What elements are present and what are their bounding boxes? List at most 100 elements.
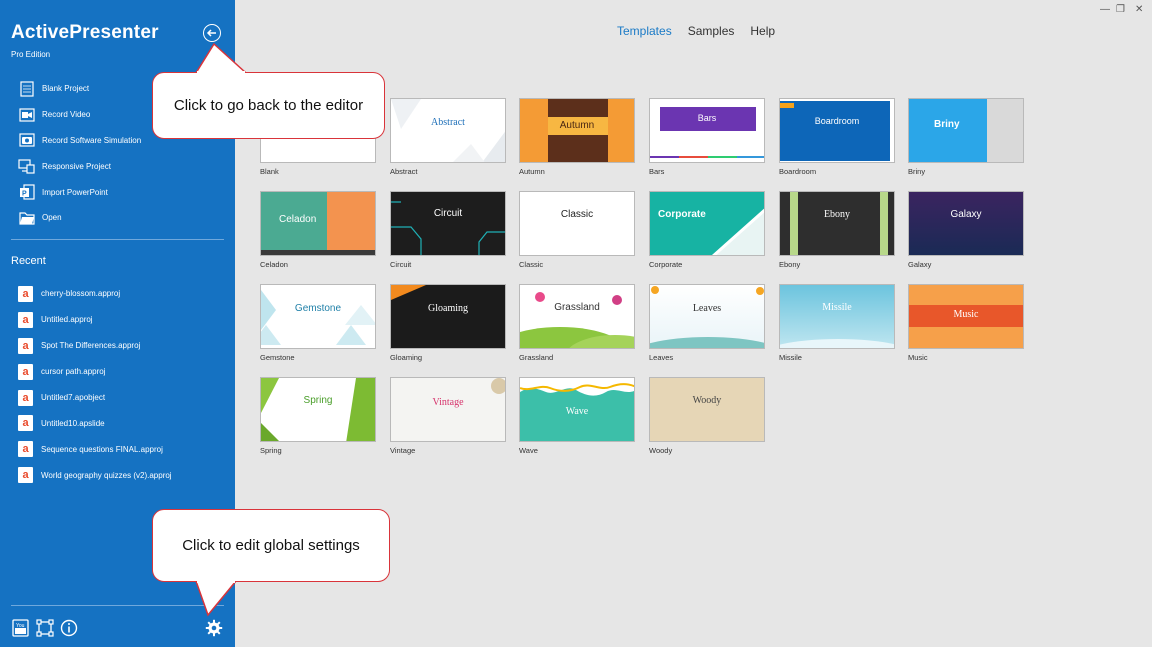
action-open[interactable]: Open [18, 205, 141, 231]
recent-item[interactable]: a Spot The Differences.approj [18, 333, 172, 359]
restore-icon[interactable]: ❐ [1116, 4, 1125, 15]
template-briny[interactable]: Briny Briny [908, 98, 1024, 176]
template-bars[interactable]: Bars Bars [649, 98, 765, 176]
template-wave[interactable]: Wave Wave [519, 377, 635, 455]
recent-item-label: Spot The Differences.approj [41, 341, 141, 351]
template-label: Circuit [390, 260, 412, 269]
record-video-icon [18, 106, 35, 123]
template-label: Spring [260, 446, 282, 455]
app-title: ActivePresenter [11, 22, 159, 43]
template-thumbnail: Galaxy [908, 191, 1024, 256]
template-label: Classic [519, 260, 544, 269]
recent-item[interactable]: a Untitled10.apslide [18, 410, 172, 436]
youtube-icon[interactable]: You [12, 619, 29, 642]
info-icon[interactable] [60, 619, 78, 642]
project-file-icon: a [18, 311, 33, 328]
template-woody[interactable]: Woody Woody [649, 377, 765, 455]
blank-project-icon [18, 80, 35, 97]
template-thumbnail: Woody [649, 377, 765, 442]
template-celadon[interactable]: Celadon Celadon [260, 191, 376, 269]
recent-title: Recent [11, 255, 46, 267]
callout-back-to-editor: Click to go back to the editor [152, 72, 385, 139]
recent-item[interactable]: a Untitled7.apobject [18, 385, 172, 411]
template-boardroom[interactable]: Boardroom Boardroom [779, 98, 895, 176]
divider [11, 239, 224, 240]
action-responsive-project[interactable]: Responsive Project [18, 153, 141, 179]
action-record-video[interactable]: Record Video [18, 102, 141, 128]
action-blank-project[interactable]: Blank Project [18, 76, 141, 102]
action-label: Responsive Project [42, 161, 111, 171]
recent-item[interactable]: a World geography quizzes (v2).approj [18, 462, 172, 488]
recent-item[interactable]: a cherry-blossom.approj [18, 281, 172, 307]
template-thumb-text: Circuit [433, 208, 463, 219]
template-gloaming[interactable]: Gloaming Gloaming [390, 284, 506, 362]
action-record-software-simulation[interactable]: Record Software Simulation [18, 128, 141, 154]
template-thumb-text: Celadon [279, 214, 317, 225]
close-icon[interactable]: ✕ [1135, 4, 1143, 15]
callout-global-settings: Click to edit global settings [152, 509, 390, 582]
svg-text:P: P [22, 191, 27, 198]
template-leaves[interactable]: Leaves Leaves [649, 284, 765, 362]
action-label: Open [42, 213, 62, 223]
template-label: Gemstone [260, 353, 295, 362]
template-vintage[interactable]: Vintage Vintage [390, 377, 506, 455]
template-thumbnail: Missile [779, 284, 895, 349]
project-file-icon: a [18, 441, 33, 458]
template-circuit[interactable]: Circuit Circuit [390, 191, 506, 269]
template-spring[interactable]: Spring Spring [260, 377, 376, 455]
template-thumbnail: Corporate [649, 191, 765, 256]
template-ebony[interactable]: Ebony Ebony [779, 191, 895, 269]
template-grassland[interactable]: Grassland Grassland [519, 284, 635, 362]
template-thumb-text: Bars [697, 113, 717, 123]
recent-item-label: Untitled7.apobject [41, 393, 106, 402]
recent-item[interactable]: a Sequence questions FINAL.approj [18, 436, 172, 462]
template-classic[interactable]: Classic Classic [519, 191, 635, 269]
template-thumb-text: Ebony [823, 209, 851, 220]
capture-region-icon[interactable] [36, 619, 54, 642]
recent-item[interactable]: a Untitled.approj [18, 307, 172, 333]
tab-help[interactable]: Help [750, 24, 775, 38]
template-thumb-text: Missile [822, 302, 852, 313]
divider [11, 605, 224, 606]
template-music[interactable]: Music Music [908, 284, 1024, 362]
template-thumbnail: Gloaming [390, 284, 506, 349]
tab-samples[interactable]: Samples [688, 24, 735, 38]
action-label: Record Software Simulation [42, 135, 142, 145]
camera-icon [18, 132, 35, 149]
template-thumbnail: Classic [519, 191, 635, 256]
template-thumbnail: Autumn [519, 98, 635, 163]
template-missile[interactable]: Missile Missile [779, 284, 895, 362]
back-arrow-icon[interactable] [203, 24, 221, 42]
template-corporate[interactable]: Corporate Corporate [649, 191, 765, 269]
template-thumb-text: Gloaming [428, 303, 468, 314]
gear-icon[interactable] [205, 619, 223, 642]
template-thumb-text: Vintage [432, 397, 464, 408]
template-label: Woody [649, 446, 673, 455]
template-autumn[interactable]: Autumn Autumn [519, 98, 635, 176]
tab-templates[interactable]: Templates [617, 24, 672, 38]
minimize-icon[interactable]: — [1100, 4, 1110, 15]
template-gemstone[interactable]: Gemstone Gemstone [260, 284, 376, 362]
template-abstract[interactable]: Abstract Abstract [390, 98, 506, 176]
template-label: Vintage [390, 446, 416, 455]
template-label: Missile [779, 353, 802, 362]
template-label: Blank [260, 167, 279, 176]
template-label: Briny [908, 167, 926, 176]
template-label: Boardroom [779, 167, 817, 176]
template-label: Music [908, 353, 928, 362]
action-label: Record Video [42, 110, 91, 120]
template-thumbnail: Wave [519, 377, 635, 442]
template-thumbnail: Bars [649, 98, 765, 163]
recent-item-label: Untitled10.apslide [41, 418, 105, 428]
action-import-powerpoint[interactable]: P Import PowerPoint [18, 179, 141, 205]
template-galaxy[interactable]: Galaxy Galaxy [908, 191, 1024, 269]
action-label: Import PowerPoint [42, 187, 108, 197]
recent-item[interactable]: a cursor path.approj [18, 359, 172, 385]
recent-item-label: World geography quizzes (v2).approj [41, 470, 172, 480]
action-list: Blank Project Record Video Record Softwa… [18, 76, 141, 231]
template-thumbnail: Celadon [260, 191, 376, 256]
template-thumb-text: Wave [565, 406, 589, 417]
template-thumbnail: Gemstone [260, 284, 376, 349]
project-file-icon: a [18, 467, 33, 484]
template-thumb-text: Classic [560, 209, 594, 220]
